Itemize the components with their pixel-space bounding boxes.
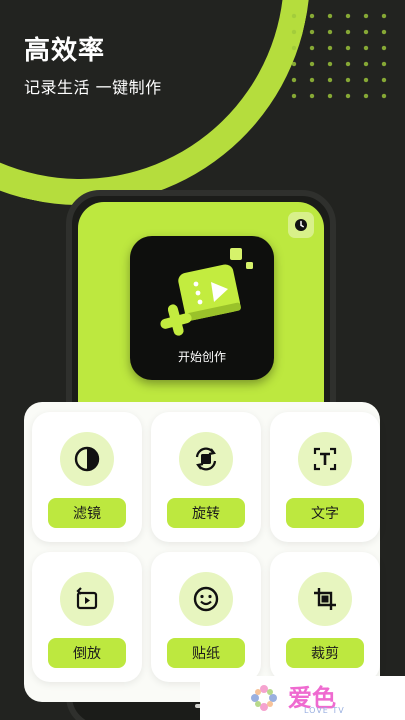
timer-icon[interactable] — [288, 212, 314, 238]
rotate-icon — [179, 432, 233, 486]
flower-logo-icon — [251, 685, 277, 711]
tool-text-label: 文字 — [286, 498, 364, 528]
tool-reverse[interactable]: 倒放 — [32, 552, 142, 682]
watermark: 爱色 LOVE TV — [200, 676, 405, 720]
text-icon — [298, 432, 352, 486]
start-create-button[interactable]: 开始创作 — [130, 236, 274, 380]
reverse-play-icon — [60, 572, 114, 626]
watermark-subtext: LOVE TV — [304, 706, 345, 715]
video-plus-icon — [160, 248, 253, 336]
dot-grid-pattern — [285, 8, 395, 104]
tool-panel: 滤镜 旋转 文字 倒放 贴纸 裁剪 — [24, 402, 380, 702]
tool-rotate-label: 旋转 — [167, 498, 245, 528]
start-create-label: 开始创作 — [177, 350, 226, 364]
tool-filter[interactable]: 滤镜 — [32, 412, 142, 542]
crop-icon — [298, 572, 352, 626]
tool-rotate[interactable]: 旋转 — [151, 412, 261, 542]
tool-reverse-label: 倒放 — [48, 638, 126, 668]
page-title: 高效率 — [24, 36, 106, 66]
tool-filter-label: 滤镜 — [48, 498, 126, 528]
tool-text[interactable]: 文字 — [270, 412, 380, 542]
tool-crop[interactable]: 裁剪 — [270, 552, 380, 682]
tool-sticker-label: 贴纸 — [167, 638, 245, 668]
tool-sticker[interactable]: 贴纸 — [151, 552, 261, 682]
sticker-icon — [179, 572, 233, 626]
page-subtitle: 记录生活 一键制作 — [24, 78, 162, 97]
filter-icon — [60, 432, 114, 486]
tool-crop-label: 裁剪 — [286, 638, 364, 668]
